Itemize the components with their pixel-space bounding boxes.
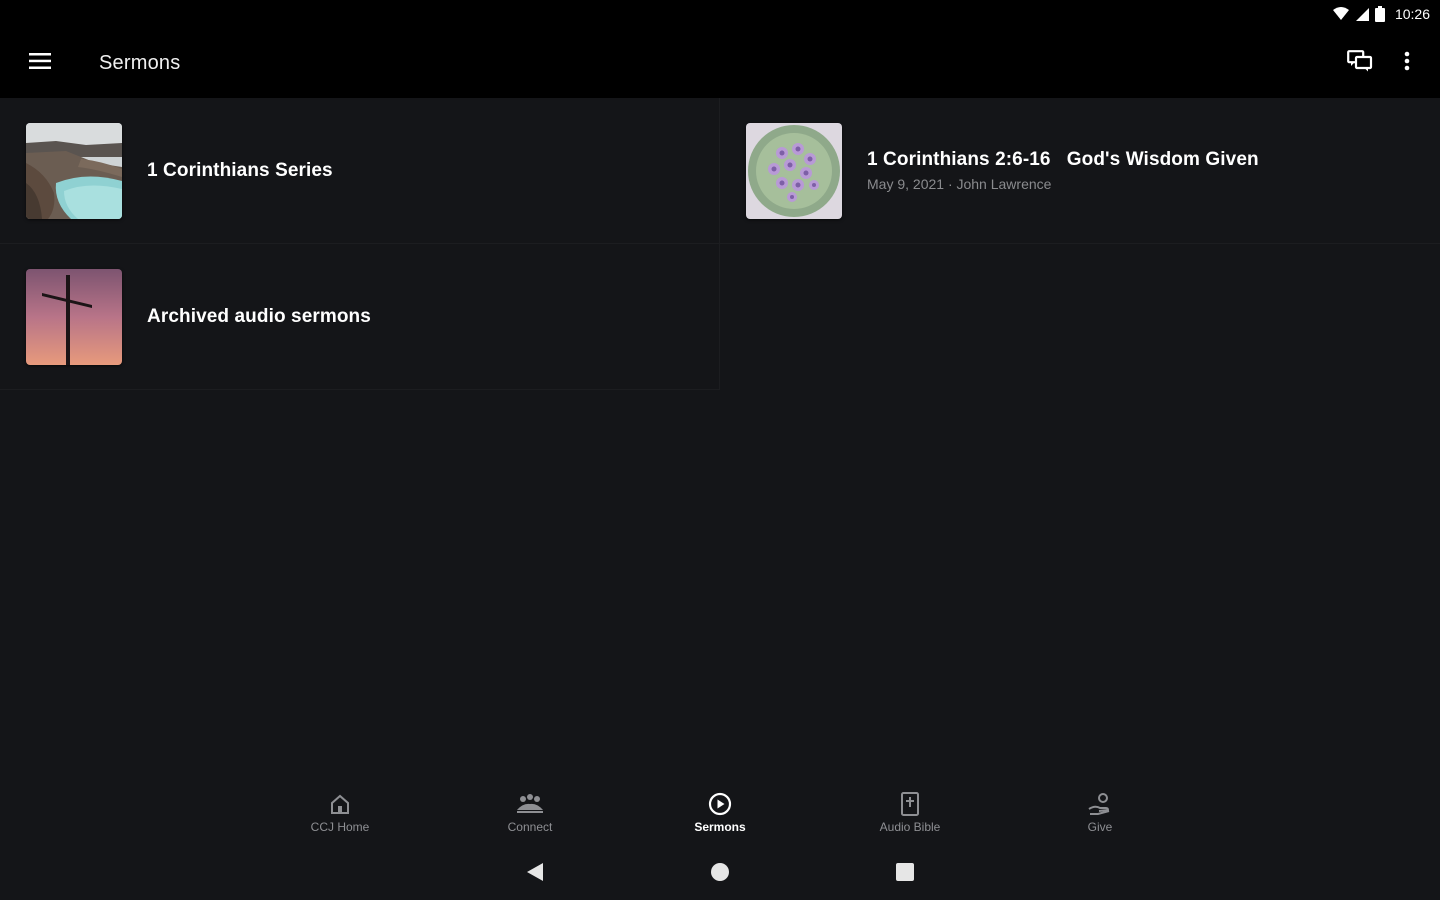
chat-button[interactable] [1336, 28, 1384, 98]
bible-icon [899, 792, 921, 816]
signal-icon [1355, 7, 1369, 21]
nav-label: Connect [507, 820, 553, 834]
system-navigation-bar [0, 848, 1440, 900]
nav-label: Audio Bible [879, 820, 941, 834]
chat-icon [1347, 49, 1373, 77]
item-title: Archived audio sermons [147, 305, 371, 327]
sermon-list: 1 Corinthians Series 1 Corinthians 2:6-1… [0, 98, 1440, 398]
nav-item-sermons[interactable]: Sermons [625, 780, 815, 844]
nav-item-give[interactable]: Give [1005, 780, 1195, 844]
item-subtitle: May 9, 2021 · John Lawrence [867, 176, 1052, 192]
back-triangle-icon [526, 862, 544, 887]
status-bar: 10:26 [0, 0, 1440, 28]
hamburger-menu-icon [29, 52, 51, 74]
nav-label: Give [1087, 820, 1113, 834]
home-button[interactable] [705, 859, 735, 889]
cross-sunset-image [26, 268, 122, 365]
more-options-button[interactable] [1384, 28, 1430, 98]
home-icon [328, 792, 352, 816]
recents-square-icon [896, 862, 914, 886]
people-icon [515, 792, 545, 816]
nav-item-connect[interactable]: Connect [435, 780, 625, 844]
item-title: 1 Corinthians 2:6-16 God's Wisdom Given [867, 149, 1259, 170]
item-title: 1 Corinthians Series [147, 159, 333, 181]
purple-flowers-image [746, 122, 842, 219]
page-title: Sermons [99, 51, 181, 74]
give-icon [1087, 792, 1113, 816]
list-item[interactable]: Archived audio sermons [0, 244, 720, 390]
status-time: 10:26 [1394, 6, 1430, 22]
nav-label: CCJ Home [310, 820, 370, 834]
list-item[interactable]: 1 Corinthians 2:6-16 God's Wisdom Given … [720, 98, 1440, 244]
home-circle-icon [710, 862, 730, 887]
nav-item-audio-bible[interactable]: Audio Bible [815, 780, 1005, 844]
menu-button[interactable] [0, 28, 80, 98]
play-circle-icon [708, 792, 732, 816]
coastal-cliffs-image [26, 122, 122, 219]
recents-button[interactable] [890, 859, 920, 889]
app-bar: Sermons [0, 28, 1440, 98]
wifi-icon [1332, 7, 1349, 21]
nav-label: Sermons [694, 820, 746, 834]
bottom-navigation: CCJ Home Connect Sermons Audio Bible Giv… [0, 780, 1440, 844]
list-item[interactable]: 1 Corinthians Series [0, 98, 720, 244]
battery-icon [1374, 6, 1385, 22]
more-vertical-icon [1404, 51, 1410, 76]
nav-item-ccj-home[interactable]: CCJ Home [245, 780, 435, 844]
back-button[interactable] [520, 859, 550, 889]
